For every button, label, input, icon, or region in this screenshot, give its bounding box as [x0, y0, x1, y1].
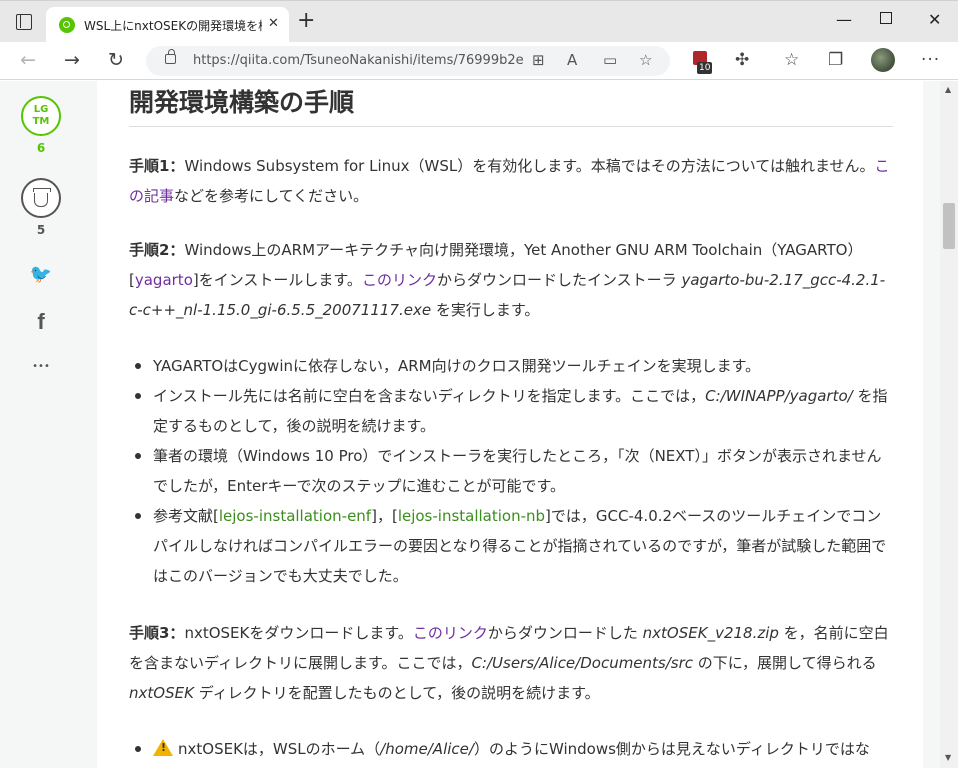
bullet4-text: 参考文献[ — [153, 507, 219, 525]
list-item: インストール先には名前に空白を含まないディレクトリを指定します。ここでは，C:/… — [129, 381, 893, 441]
scroll-down-icon[interactable]: ▼ — [945, 753, 951, 762]
section-heading: 開発環境構築の手順 — [129, 85, 893, 127]
install-path: C:/WINAPP/yagarto/ — [705, 387, 853, 405]
step2-text3: からダウンロードしたインストーラ — [436, 271, 682, 289]
maximize-icon[interactable] — [880, 12, 892, 24]
puzzle-icon[interactable]: ✣ — [735, 50, 749, 70]
step1-text: Windows Subsystem for Linux（WSL）を有効化します。… — [184, 157, 875, 175]
close-tab-icon[interactable]: ✕ — [268, 16, 279, 31]
list-item: 参考文献[lejos-installation-enf]，[lejos-inst… — [129, 501, 893, 591]
facebook-icon[interactable]: f — [21, 309, 61, 335]
yagarto-ref-link[interactable]: yagarto — [135, 271, 193, 289]
lgtm-button[interactable]: LG TM — [21, 96, 61, 136]
warning-icon — [153, 739, 173, 756]
qiita-favicon-icon — [59, 17, 75, 33]
bullet3-text: 筆者の環境（Windows 10 Pro）でインストーラを実行したところ，「次（… — [153, 447, 882, 495]
grid-icon[interactable]: ⊞ — [532, 51, 545, 69]
stock-count: 5 — [36, 223, 46, 237]
nxtosek-zip-filename: nxtOSEK_v218.zip — [642, 624, 779, 642]
forward-icon[interactable]: → — [64, 49, 80, 71]
bullet1-text: YAGARTOはCygwinに依存しない，ARM向けのクロス開発ツールチェインを… — [153, 357, 761, 375]
article-body: 開発環境構築の手順 手順1：Windows Subsystem for Linu… — [97, 81, 923, 768]
page-viewport: LG TM 6 5 🐦 f ••• 開発環境構築の手順 手順1：Windows … — [0, 81, 958, 768]
back-icon[interactable]: ← — [20, 49, 36, 71]
lgtm-count: 6 — [36, 141, 46, 155]
browser-toolbar: ← → ↻ https://qiita.com/TsuneoNakanishi/… — [0, 42, 958, 80]
title-bar: WSL上にnxtOSEKの開発環境を構築 ✕ + — ✕ — [0, 0, 958, 43]
lejos-enf-ref-link[interactable]: lejos-installation-enf — [219, 507, 371, 525]
last-bullet-text: nxtOSEKは，WSLのホーム（ — [178, 740, 381, 758]
step3-text: nxtOSEKをダウンロードします。 — [184, 624, 413, 642]
more-icon[interactable]: ··· — [921, 50, 940, 70]
profile-avatar[interactable] — [871, 48, 895, 72]
refresh-icon[interactable]: ↻ — [108, 49, 124, 71]
lgtm-label-line1: LG — [33, 104, 49, 115]
last-bullet-text2: ）のようにWindows側からは見えないディレクトリではな — [473, 740, 870, 758]
nxtosek-dir: nxtOSEK — [129, 684, 194, 702]
address-bar[interactable]: https://qiita.com/TsuneoNakanishi/items/… — [146, 46, 670, 76]
url-text[interactable]: https://qiita.com/TsuneoNakanishi/items/… — [193, 53, 523, 68]
step1-paragraph: 手順1：Windows Subsystem for Linux（WSL）を有効化… — [129, 151, 893, 211]
step2-paragraph: 手順2：Windows上のARMアーキテクチャ向け開発環境，Yet Anothe… — [129, 235, 893, 325]
yagarto-notes-list: YAGARTOはCygwinに依存しない，ARM向けのクロス開発ツールチェインを… — [129, 351, 893, 591]
step3-download-link[interactable]: このリンク — [413, 624, 488, 642]
src-path: C:/Users/Alice/Documents/src — [471, 654, 694, 672]
page-scrollbar[interactable]: ▲ ▼ — [940, 81, 958, 768]
step2-download-link[interactable]: このリンク — [362, 271, 437, 289]
lejos-nb-ref-link[interactable]: lejos-installation-nb — [398, 507, 545, 525]
stock-button[interactable] — [21, 178, 61, 218]
step1-text2: などを参考にしてください。 — [174, 187, 369, 205]
step3-label: 手順3： — [129, 624, 185, 642]
step2-text4: を実行します。 — [431, 301, 540, 319]
favorite-add-icon[interactable]: ☆ — [639, 51, 652, 69]
step3-text5: ディレクトリを配置したものとして，後の説明を続けます。 — [193, 684, 600, 702]
window-close-icon[interactable]: ✕ — [928, 11, 941, 29]
reader-icon[interactable]: ▭ — [603, 51, 617, 69]
minimize-icon[interactable]: — — [836, 11, 852, 29]
tab-actions-icon[interactable] — [16, 14, 32, 30]
lgtm-label-line2: TM — [32, 116, 50, 127]
step3-text4: の下に，展開して得られる — [693, 654, 877, 672]
list-item: nxtOSEKは，WSLのホーム（/home/Alice/）のようにWindow… — [129, 734, 893, 764]
browser-tab[interactable]: WSL上にnxtOSEKの開発環境を構築 ✕ — [46, 7, 289, 43]
scrollbar-thumb[interactable] — [943, 203, 955, 249]
nxtosek-notes-list: nxtOSEKは，WSLのホーム（/home/Alice/）のようにWindow… — [129, 734, 893, 764]
step1-label: 手順1： — [129, 157, 185, 175]
bullet4-sep: ]，[ — [371, 507, 398, 525]
home-path: /home/Alice/ — [380, 740, 474, 758]
list-item: YAGARTOはCygwinに依存しない，ARM向けのクロス開発ツールチェインを… — [129, 351, 893, 381]
step3-paragraph: 手順3：nxtOSEKをダウンロードします。このリンクからダウンロードした nx… — [129, 618, 893, 708]
step3-text2: からダウンロードした — [487, 624, 643, 642]
twitter-icon[interactable]: 🐦 — [21, 264, 61, 285]
new-tab-plus-icon[interactable]: + — [297, 10, 315, 32]
tab-title: WSL上にnxtOSEKの開発環境を構築 — [84, 19, 262, 33]
article-sidebar: LG TM 6 5 🐦 f ••• — [0, 81, 97, 768]
step2-label: 手順2： — [129, 241, 185, 259]
collections-icon[interactable]: ❐ — [828, 50, 843, 70]
bullet2-text: インストール先には名前に空白を含まないディレクトリを指定します。ここでは， — [153, 387, 706, 405]
read-aloud-icon[interactable]: A — [567, 51, 577, 69]
favorites-icon[interactable]: ☆ — [784, 50, 799, 70]
step2-text2: ]をインストールします。 — [192, 271, 362, 289]
more-options-icon[interactable]: ••• — [21, 361, 61, 372]
list-item: 筆者の環境（Windows 10 Pro）でインストーラを実行したところ，「次（… — [129, 441, 893, 501]
lock-icon[interactable] — [165, 49, 176, 64]
scroll-up-icon[interactable]: ▲ — [945, 85, 951, 94]
extension-badge: 10 — [697, 62, 713, 74]
